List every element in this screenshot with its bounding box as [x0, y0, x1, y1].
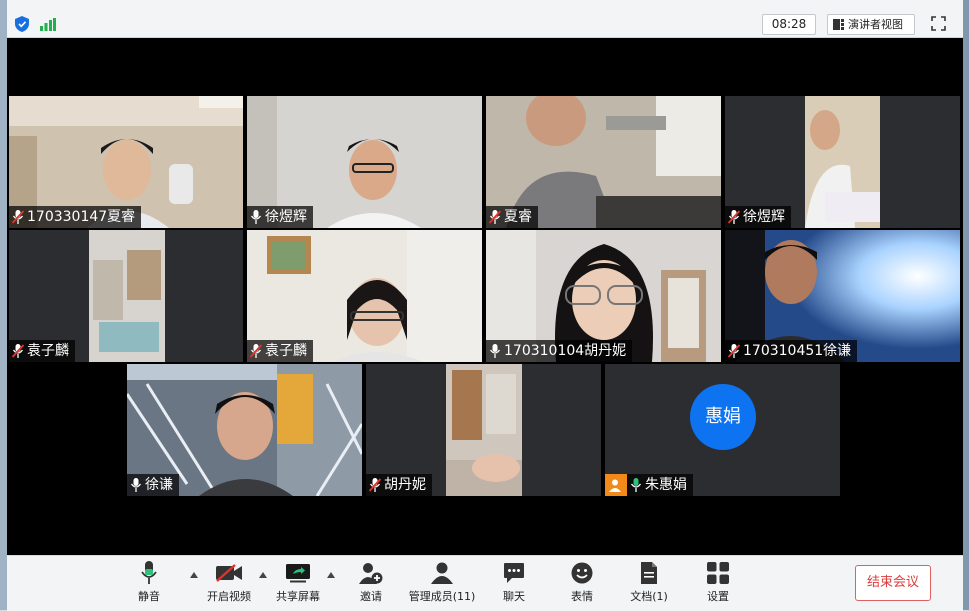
participant-nametag: 徐煜辉: [247, 206, 313, 228]
video-tile[interactable]: 徐煜辉: [725, 96, 960, 228]
mic-muted-icon: [250, 344, 262, 358]
share-screen-label: 共享屏幕: [276, 590, 320, 603]
document-icon: [641, 562, 657, 584]
end-meeting-button[interactable]: 结束会议: [855, 565, 931, 601]
desktop-left-edge: [0, 0, 7, 610]
smiley-icon: [571, 562, 593, 584]
participant-name: 170330147夏睿: [27, 209, 136, 225]
share-screen-button[interactable]: 共享屏幕: [273, 560, 323, 608]
participants-icon: [431, 562, 453, 584]
mic-muted-icon: [728, 344, 740, 358]
participant-nametag: 朱惠娟: [605, 474, 693, 496]
mic-muted-icon: [489, 210, 501, 224]
documents-button[interactable]: 文档(1): [625, 560, 673, 608]
mic-on-icon: [630, 478, 642, 492]
video-tile[interactable]: 170310451徐谦: [725, 230, 960, 362]
manage-participants-label: 管理成员(11): [408, 590, 476, 603]
video-tile-active-speaker[interactable]: 170310104胡丹妮: [486, 230, 721, 362]
reactions-button[interactable]: 表情: [564, 560, 600, 608]
participant-name: 徐煜辉: [743, 209, 785, 225]
participant-name: 胡丹妮: [384, 477, 426, 493]
video-tile[interactable]: 徐谦: [127, 364, 362, 496]
chat-button[interactable]: 聊天: [496, 560, 532, 608]
participant-name: 170310451徐谦: [743, 343, 852, 359]
layout-icon: [833, 19, 844, 30]
participant-name: 朱惠娟: [645, 477, 687, 493]
invite-label: 邀请: [360, 590, 382, 603]
participant-nametag: 170310451徐谦: [725, 340, 858, 362]
mic-muted-icon: [369, 478, 381, 492]
add-person-icon: [359, 563, 383, 584]
mic-muted-icon: [12, 344, 24, 358]
video-gallery: 170330147夏睿 徐煜辉 夏睿 徐煜辉 袁子麟 袁子麟 170310104…: [7, 38, 963, 555]
mute-button[interactable]: 静音: [131, 560, 167, 608]
mic-icon: [130, 478, 142, 492]
meeting-topbar: 08:28 演讲者视图: [7, 0, 963, 38]
presenter-view-label: 演讲者视图: [848, 18, 903, 31]
participant-nametag: 徐谦: [127, 474, 179, 496]
documents-label: 文档(1): [630, 590, 668, 603]
video-tile-video-off[interactable]: 惠娟 朱惠娟: [605, 364, 840, 496]
desktop-right-edge: [963, 0, 969, 610]
participant-name: 袁子麟: [265, 343, 307, 359]
mic-icon: [489, 344, 501, 358]
chat-bubble-icon: [504, 563, 524, 583]
mic-muted-icon: [728, 210, 740, 224]
participant-name: 170310104胡丹妮: [504, 343, 627, 359]
participant-nametag: 170330147夏睿: [9, 206, 142, 228]
participant-nametag: 170310104胡丹妮: [486, 340, 633, 362]
mic-icon: [250, 210, 262, 224]
video-tile[interactable]: 胡丹妮: [366, 364, 601, 496]
reactions-label: 表情: [571, 590, 593, 603]
start-video-label: 开启视频: [207, 590, 251, 603]
meeting-window: 08:28 演讲者视图 170330147夏睿 徐煜辉 夏睿 徐煜辉 袁子麟 袁…: [7, 0, 963, 611]
share-options-caret[interactable]: [327, 572, 335, 578]
video-tile[interactable]: 袁子麟: [247, 230, 482, 362]
presenter-view-button[interactable]: 演讲者视图: [827, 14, 915, 35]
share-screen-icon: [286, 564, 310, 583]
participant-name: 夏睿: [504, 209, 532, 225]
participant-name: 徐煜辉: [265, 209, 307, 225]
participant-name: 徐谦: [145, 477, 173, 493]
video-camera-off-icon: [216, 564, 242, 582]
meeting-toolbar: 静音 开启视频 共享屏幕 邀请 管理成员(11) 聊天 表情 文档(1) 设置 …: [7, 555, 963, 611]
chat-label: 聊天: [503, 590, 525, 603]
microphone-icon: [141, 561, 157, 584]
participant-name: 袁子麟: [27, 343, 69, 359]
user-icon: [605, 474, 627, 496]
settings-label: 设置: [707, 590, 729, 603]
video-tile[interactable]: 170330147夏睿: [9, 96, 243, 228]
mic-muted-icon: [12, 210, 24, 224]
avatar: 惠娟: [690, 384, 756, 450]
signal-bars-icon[interactable]: [40, 18, 56, 31]
video-tile[interactable]: 袁子麟: [9, 230, 243, 362]
video-options-caret[interactable]: [259, 572, 267, 578]
meeting-timer: 08:28: [762, 14, 816, 35]
participant-nametag: 袁子麟: [9, 340, 75, 362]
mute-label: 静音: [138, 590, 160, 603]
video-tile[interactable]: 徐煜辉: [247, 96, 482, 228]
settings-grid-icon: [707, 562, 729, 584]
manage-participants-button[interactable]: 管理成员(11): [405, 560, 479, 608]
settings-button[interactable]: 设置: [700, 560, 736, 608]
participant-nametag: 夏睿: [486, 206, 538, 228]
start-video-button[interactable]: 开启视频: [204, 560, 254, 608]
participant-nametag: 徐煜辉: [725, 206, 791, 228]
video-tile[interactable]: 夏睿: [486, 96, 721, 228]
participant-nametag: 袁子麟: [247, 340, 313, 362]
audio-options-caret[interactable]: [190, 572, 198, 578]
shield-icon[interactable]: [15, 16, 29, 32]
invite-button[interactable]: 邀请: [353, 560, 389, 608]
fullscreen-icon[interactable]: [931, 16, 946, 31]
participant-nametag: 胡丹妮: [366, 474, 432, 496]
